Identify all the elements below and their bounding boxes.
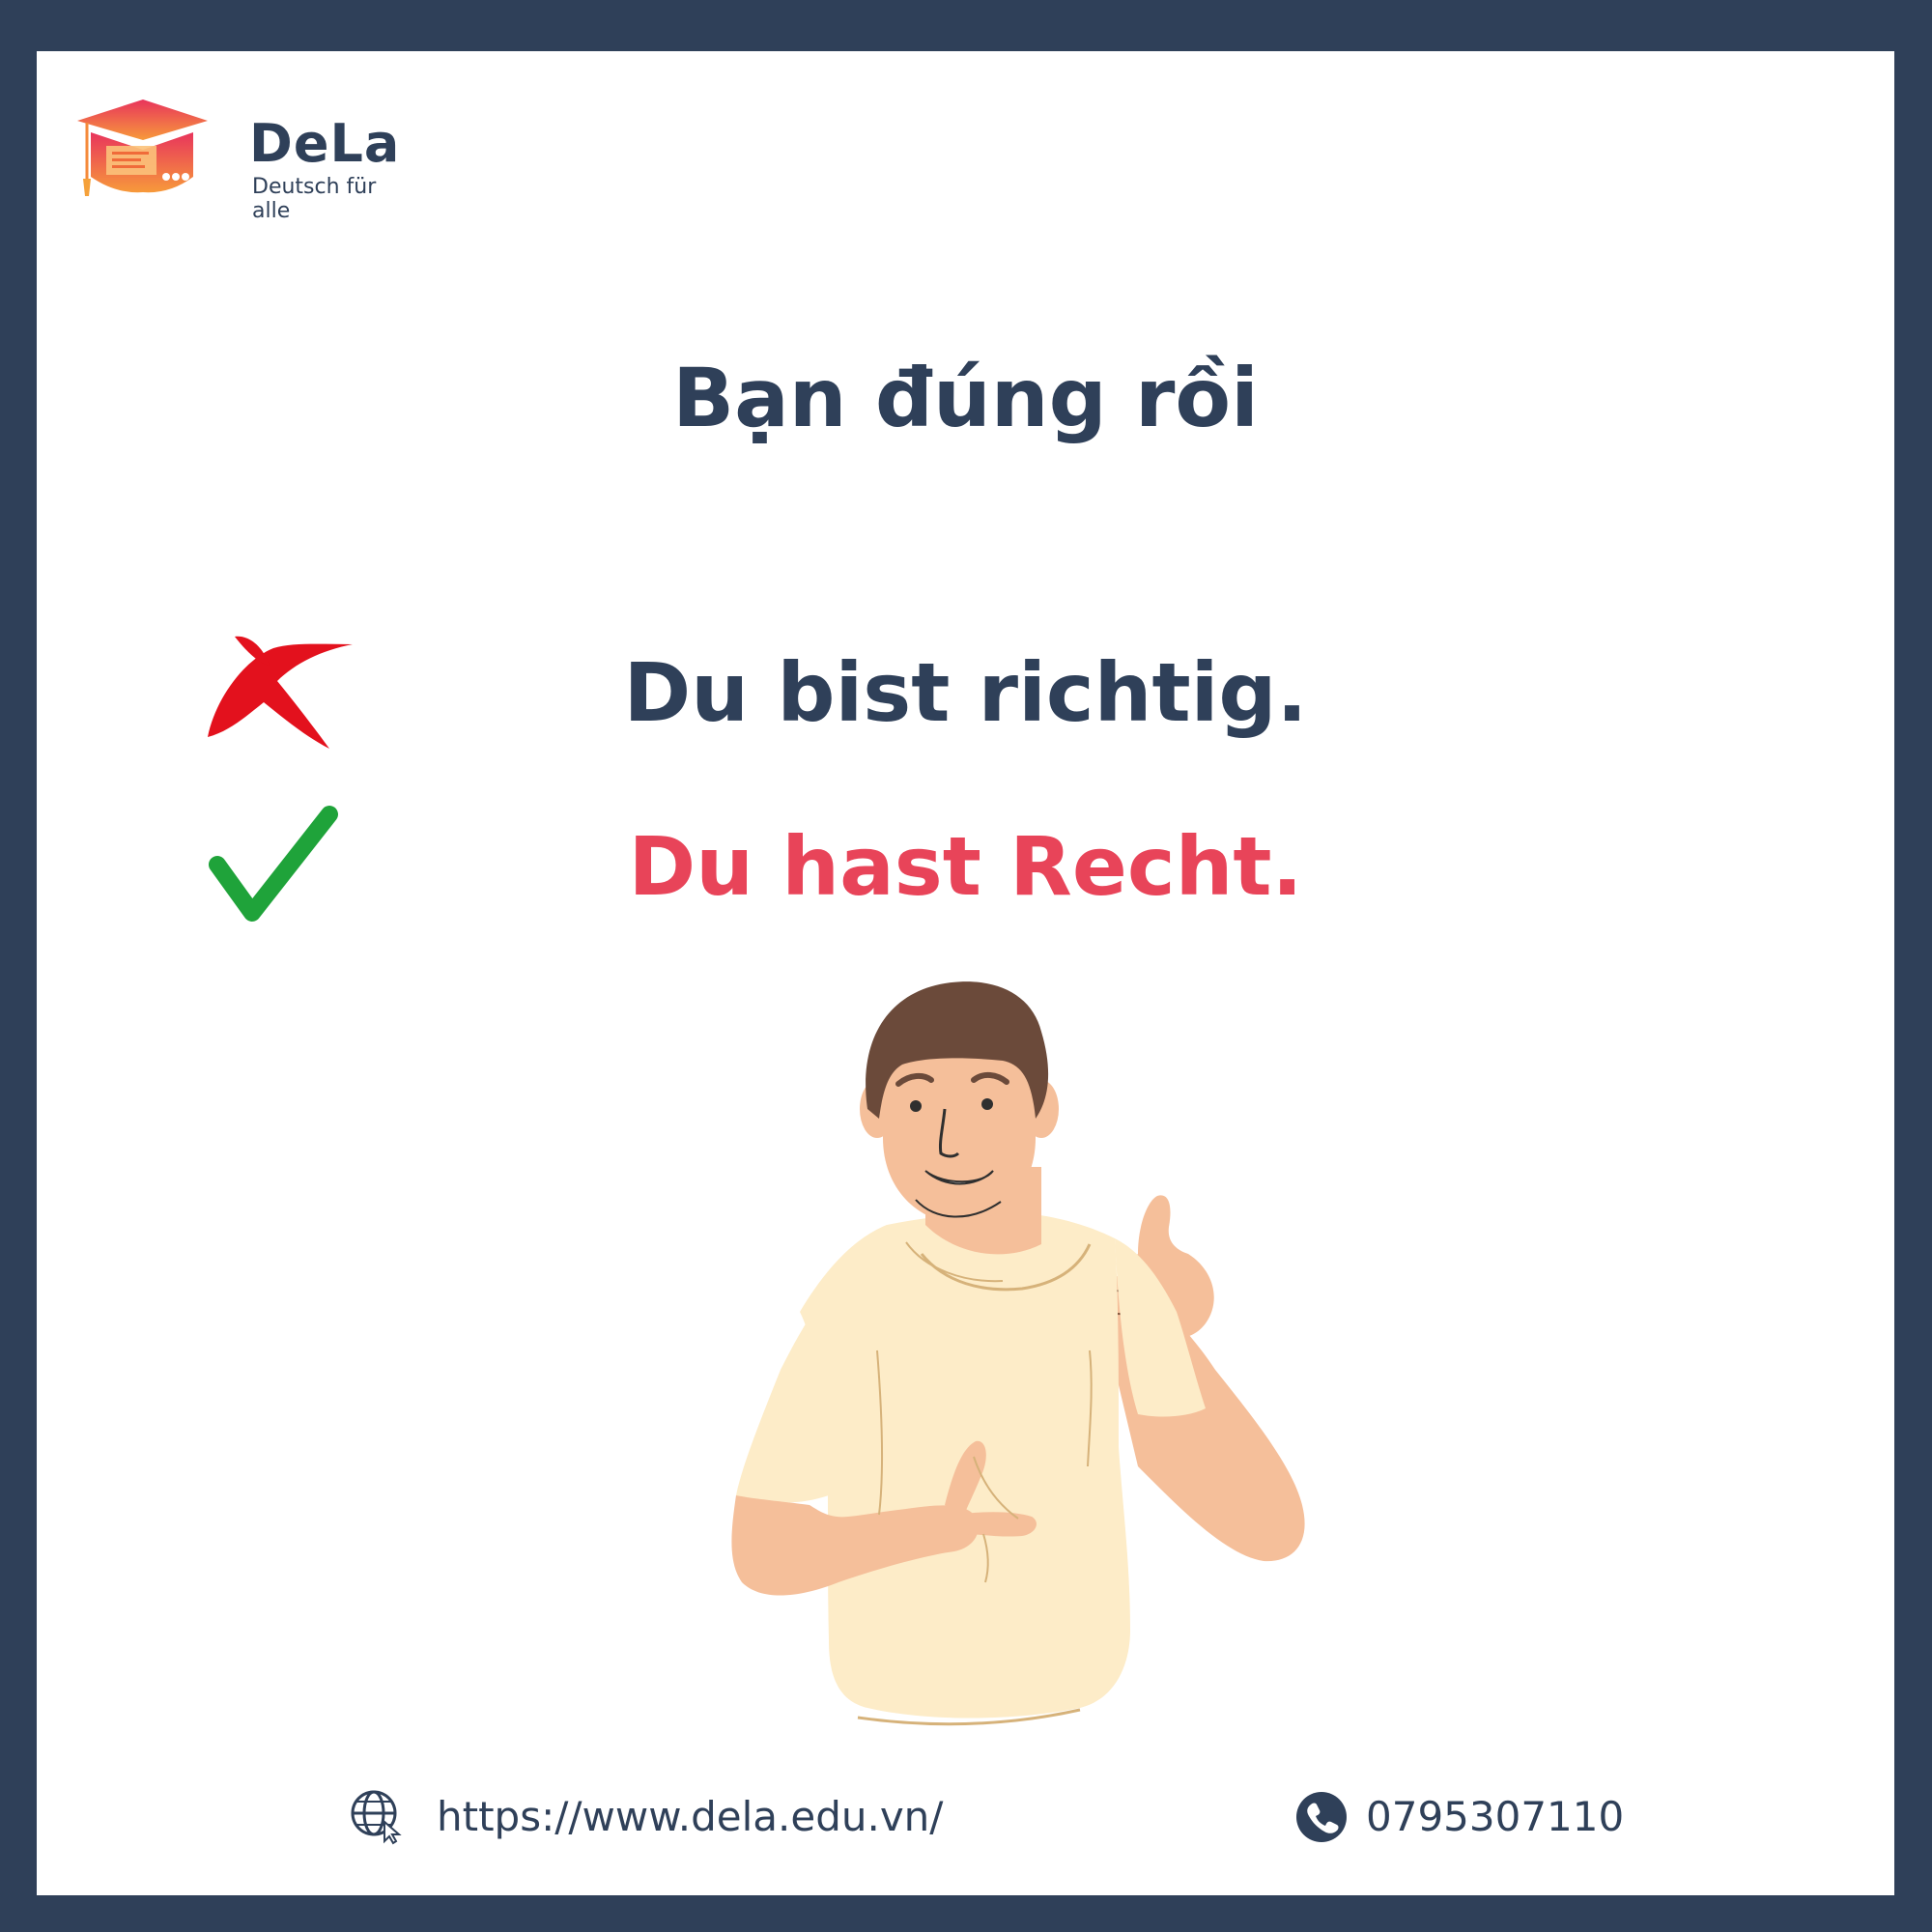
phone-number[interactable]: 0795307110: [1366, 1793, 1624, 1840]
wrong-sentence: Du bist richtig.: [623, 645, 1308, 740]
phone-icon: [1296, 1792, 1347, 1842]
page-title: Bạn đúng rồi: [672, 351, 1259, 445]
content-card: DeLa Deutsch für alle Bạn đúng rồi Du bi…: [37, 51, 1894, 1895]
globe-icon: [351, 1790, 402, 1845]
website-link[interactable]: https://www.dela.edu.vn/: [437, 1793, 943, 1840]
thumbs-up-man-illustration: [731, 981, 1305, 1726]
brand-name: DeLa: [249, 113, 401, 174]
brand-logo: DeLa Deutsch für alle: [77, 99, 399, 223]
brand-tagline: Deutsch für alle: [252, 175, 377, 223]
correct-sentence: Du hast Recht.: [628, 819, 1303, 914]
graduation-cap-icon: [77, 99, 208, 196]
